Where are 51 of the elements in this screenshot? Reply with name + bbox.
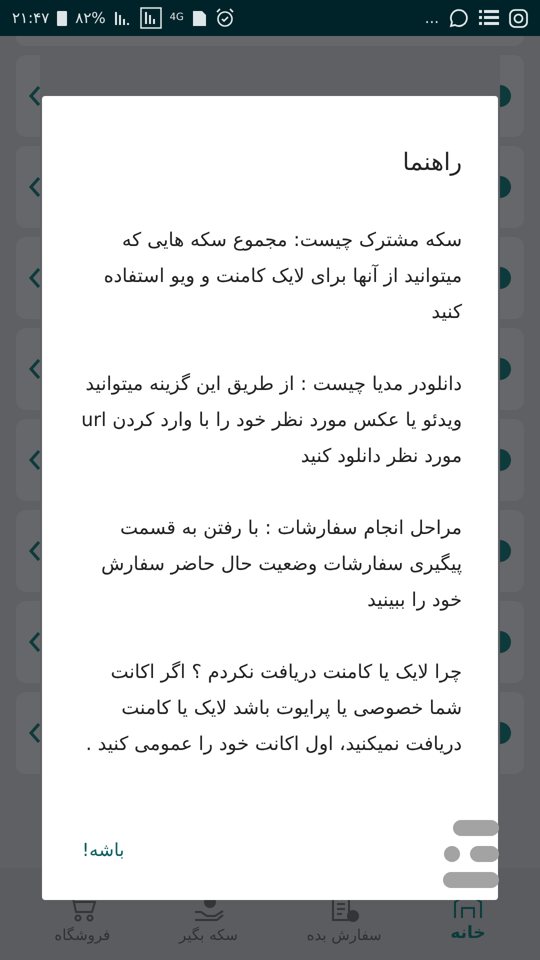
signal-icon: [114, 10, 132, 26]
list-card-edge[interactable]: [500, 510, 524, 592]
help-paragraph: مراحل انجام سفارشات : با رفتن به قسمت پیگیری سفارشات وضعیت حال حاضر سفارش خود را ببینید: [100, 516, 462, 613]
help-paragraph: سکه مشترک چیست: مجموع سکه هایی که میتوانید از آنها برای لایک کامنت و ویو استفاده کنید: [102, 228, 462, 325]
list-card-edge[interactable]: [16, 692, 40, 774]
chevron-left-icon: [29, 450, 40, 470]
list-card-edge[interactable]: [16, 55, 40, 137]
list-card-edge[interactable]: [16, 601, 40, 683]
battery-icon: [57, 10, 68, 26]
list-card-edge[interactable]: [16, 419, 40, 501]
help-paragraph: چرا لایک یا کامنت دریافت نکردم ؟ اگر اکانت شما خصوصی یا پرایوت باشد لایک یا کامنت دریافت نمیکنید، اول اکانت خود را عمومی کنید .: [84, 660, 462, 757]
network-text: 4G: [170, 13, 184, 23]
clock-text: ۲۱:۴۷: [12, 8, 50, 29]
chevron-left-icon: [29, 632, 40, 652]
list-card-edge[interactable]: [16, 328, 40, 410]
sim-card-icon: [192, 10, 207, 26]
list-card-edge[interactable]: [500, 692, 524, 774]
camera-icon: [509, 8, 528, 28]
menu-item-icon: [500, 631, 512, 653]
list-card-edge[interactable]: [500, 419, 524, 501]
chevron-left-icon: [29, 86, 40, 106]
chevron-left-icon: [29, 268, 40, 288]
help-paragraph: دانلودر مدیا چیست : از طریق این گزینه میتوانید ویدئو یا عکس مورد نظر خود را با وارد کردن url مورد نظر دانلود کنید: [80, 372, 462, 469]
list-card-edge[interactable]: [500, 146, 524, 228]
chevron-left-icon: [29, 359, 40, 379]
menu-item-icon: [500, 176, 512, 198]
list-card-edge[interactable]: [500, 55, 524, 137]
menu-item-icon: [500, 267, 512, 289]
menu-item-icon: [500, 449, 512, 471]
list-icon: [479, 9, 499, 27]
floating-bars-icon[interactable]: [443, 818, 499, 890]
menu-item-icon: [500, 85, 512, 107]
list-card-edge[interactable]: [16, 237, 40, 319]
dialog-title: راهنما: [402, 147, 462, 178]
chat-bubble-icon: [449, 8, 469, 28]
alarm-icon: [214, 8, 235, 28]
signal-box-icon: [140, 7, 162, 29]
list-card-edge[interactable]: [16, 510, 40, 592]
chevron-left-icon: [29, 177, 40, 197]
list-card-edge[interactable]: [500, 237, 524, 319]
menu-item-icon: [500, 540, 512, 562]
chevron-left-icon: [29, 541, 40, 561]
list-card-edge[interactable]: [16, 146, 40, 228]
chevron-left-icon: [29, 723, 40, 743]
more-notifications-text: ...: [424, 8, 439, 29]
menu-item-icon: [500, 358, 512, 380]
list-card-edge[interactable]: [500, 601, 524, 683]
ok-button[interactable]: باشه!: [72, 831, 134, 870]
menu-item-icon: [500, 722, 512, 744]
list-card-edge[interactable]: [500, 328, 524, 410]
battery-text: ۸۲%: [75, 8, 106, 29]
